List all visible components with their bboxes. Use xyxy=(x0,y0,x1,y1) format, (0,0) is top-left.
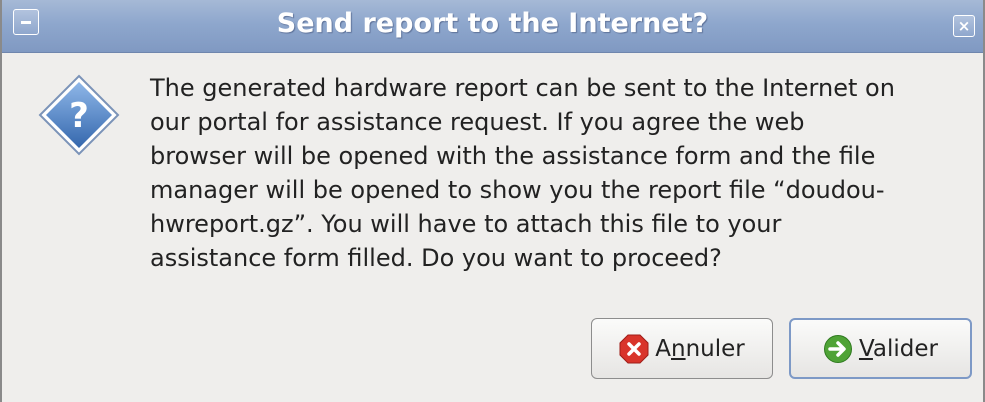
title-bar[interactable]: Send report to the Internet? × xyxy=(2,0,983,53)
message-line: assistance form filled. Do you want to p… xyxy=(150,244,722,272)
message-line: The generated hardware report can be sen… xyxy=(150,74,895,102)
close-icon[interactable]: × xyxy=(953,15,975,37)
dialog-message: The generated hardware report can be sen… xyxy=(150,71,980,275)
dialog-window: Send report to the Internet? × ? The gen… xyxy=(0,0,985,402)
message-line: our portal for assistance request. If yo… xyxy=(150,108,805,136)
window-title: Send report to the Internet? xyxy=(276,8,709,39)
cancel-icon xyxy=(619,334,649,363)
question-icon: ? xyxy=(38,74,120,156)
arrow-right-icon xyxy=(823,334,852,363)
message-line: browser will be opened with the assistan… xyxy=(150,142,876,170)
cancel-label: Annuler xyxy=(655,335,745,362)
message-line: hwreport.gz”. You will have to attach th… xyxy=(150,210,782,238)
ok-button[interactable]: Valider xyxy=(789,318,972,379)
svg-text:?: ? xyxy=(69,96,89,136)
ok-label: Valider xyxy=(858,335,939,362)
cancel-button[interactable]: Annuler xyxy=(591,318,773,379)
message-line: manager will be opened to show you the r… xyxy=(150,176,885,204)
